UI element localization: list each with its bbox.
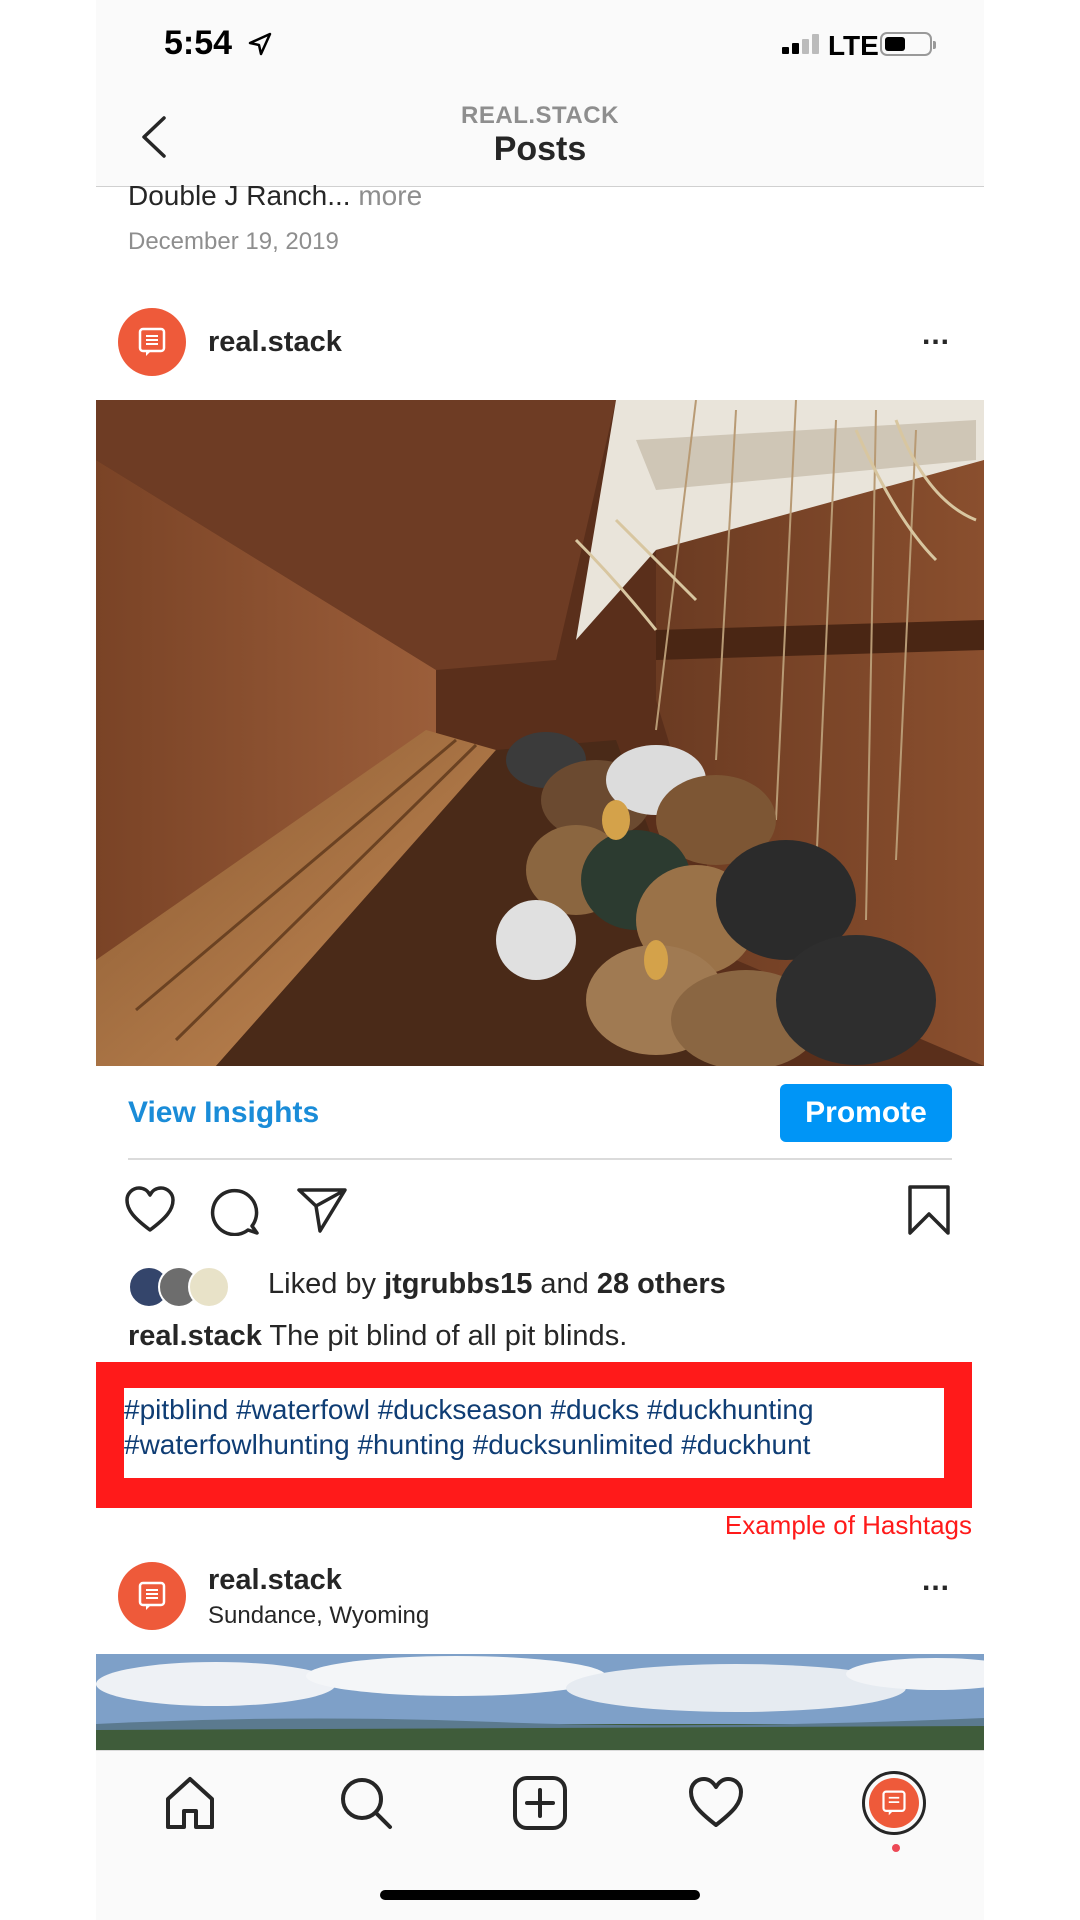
post-header: real.stack ...	[96, 308, 984, 408]
liked-by-and: and	[540, 1268, 589, 1300]
comment-icon[interactable]	[210, 1186, 260, 1236]
hashtag-line[interactable]: #waterfowlhunting #hunting #ducksunlimit…	[124, 1429, 810, 1461]
nav-subtitle: REAL.STACK	[461, 102, 619, 129]
next-post-location[interactable]: Sundance, Wyoming	[208, 1602, 429, 1630]
view-insights-link[interactable]: View Insights	[128, 1096, 319, 1130]
avatar-logo-icon	[138, 1581, 166, 1610]
previous-caption-text: Double J Ranch...	[128, 180, 351, 211]
new-post-icon[interactable]	[510, 1773, 570, 1833]
more-link[interactable]: more	[358, 180, 422, 211]
caption-username[interactable]: real.stack	[128, 1320, 262, 1352]
battery-icon	[880, 32, 936, 56]
more-options-icon[interactable]: ...	[922, 318, 950, 352]
promote-button[interactable]: Promote	[780, 1084, 952, 1142]
avatar-logo-icon	[138, 327, 166, 356]
notification-dot	[892, 1844, 900, 1852]
post-photo[interactable]	[96, 400, 984, 1066]
next-post-header: real.stack Sundance, Wyoming ...	[96, 1562, 984, 1662]
hashtag-highlight-box: #pitblind #waterfowl #duckseason #ducks …	[96, 1362, 972, 1508]
home-indicator[interactable]	[380, 1890, 700, 1900]
network-label: LTE	[828, 30, 879, 61]
save-bookmark-icon[interactable]	[906, 1184, 952, 1236]
page-title: Posts	[493, 130, 587, 168]
divider	[128, 1158, 952, 1160]
hashtag-line[interactable]: #pitblind #waterfowl #duckseason #ducks …	[124, 1394, 814, 1426]
post-username[interactable]: real.stack	[208, 326, 342, 359]
next-post-photo[interactable]	[96, 1654, 984, 1750]
liked-by-text: Liked by jtgrubbs15 and 28 others	[268, 1268, 726, 1301]
previous-post-caption: Double J Ranch... more	[128, 180, 422, 212]
profile-tab[interactable]	[862, 1771, 926, 1852]
liker-avatar	[188, 1266, 230, 1308]
status-bar: 5:54 LTE	[96, 0, 984, 92]
previous-post-date: December 19, 2019	[128, 228, 339, 255]
next-post-username[interactable]: real.stack	[208, 1564, 342, 1597]
liked-by-others[interactable]: 28 others	[597, 1268, 726, 1300]
signal-icon	[782, 34, 822, 54]
hashtag-annotation: Example of Hashtags	[724, 1510, 972, 1540]
navigation-bar: REAL.STACK Posts	[96, 92, 984, 187]
hashtag-block: #pitblind #waterfowl #duckseason #ducks …	[124, 1388, 944, 1478]
caption-text: The pit blind of all pit blinds.	[269, 1320, 628, 1352]
like-heart-icon[interactable]	[124, 1186, 176, 1234]
avatar[interactable]	[118, 308, 186, 376]
avatar[interactable]	[118, 1562, 186, 1630]
activity-heart-icon[interactable]	[686, 1773, 746, 1833]
profile-icon	[869, 1778, 919, 1828]
home-icon[interactable]	[160, 1773, 220, 1833]
liked-by-prefix: Liked by	[268, 1268, 377, 1300]
post-caption: real.stack The pit blind of all pit blin…	[128, 1320, 627, 1353]
more-options-icon[interactable]: ...	[922, 1564, 950, 1598]
phone-screen: 5:54 LTE REAL.STACK Posts Double J Ranch…	[96, 0, 984, 1920]
location-arrow-icon	[248, 32, 272, 56]
search-icon[interactable]	[336, 1773, 396, 1833]
liked-by-user[interactable]: jtgrubbs15	[384, 1268, 532, 1300]
avatar-logo-icon	[882, 1790, 906, 1816]
share-send-icon[interactable]	[296, 1186, 348, 1234]
status-time: 5:54	[164, 24, 233, 62]
